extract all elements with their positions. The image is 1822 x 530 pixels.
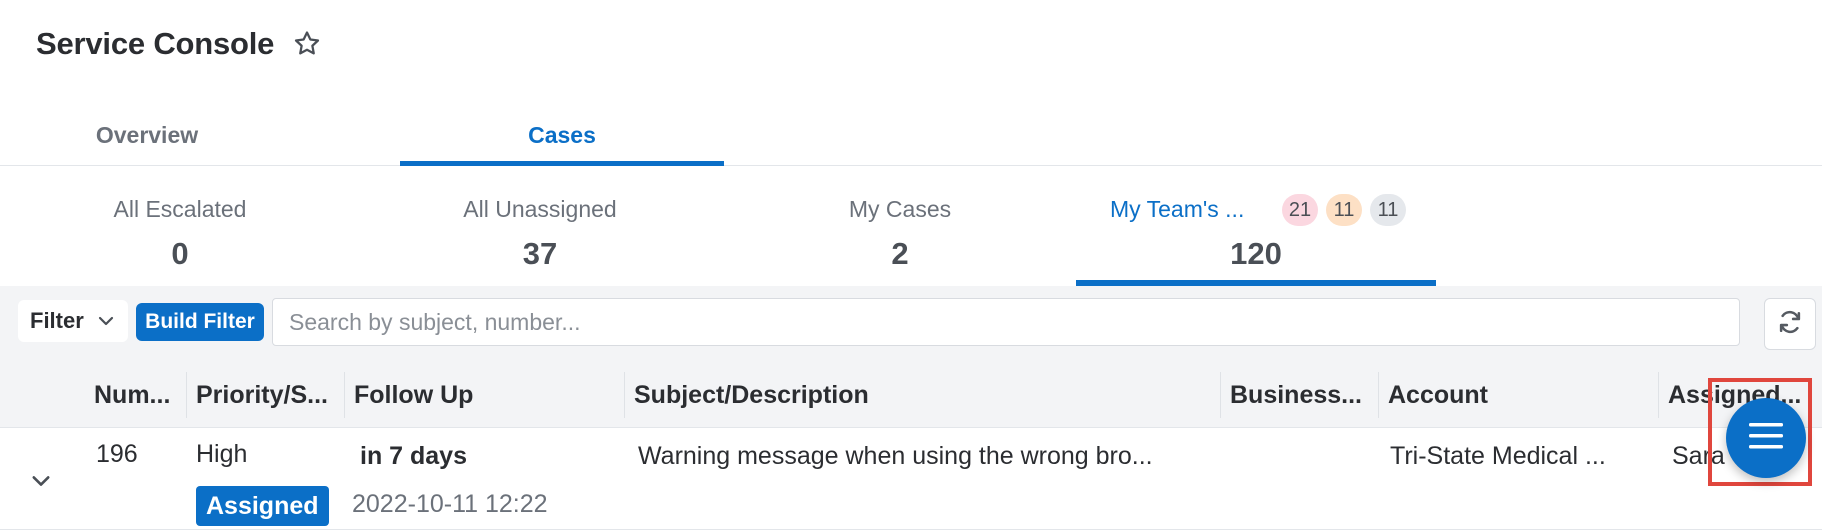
- table-row[interactable]: 196 High Assigned in 7 days 2022-10-11 1…: [0, 428, 1822, 530]
- tab-my-teams-cases[interactable]: My Team's ... 21 11 11 120: [1076, 166, 1436, 286]
- other-badge: 11: [1370, 194, 1406, 226]
- build-filter-button[interactable]: Build Filter: [136, 303, 264, 341]
- due-soon-badge: 11: [1326, 194, 1362, 226]
- tab-cases[interactable]: Cases: [400, 104, 724, 167]
- tab-overview[interactable]: Overview: [50, 104, 244, 166]
- column-label: Subject/Description: [634, 380, 869, 409]
- follow-up-relative: in 7 days: [360, 442, 467, 470]
- refresh-button[interactable]: [1764, 298, 1816, 350]
- tab-all-unassigned[interactable]: All Unassigned 37: [420, 166, 660, 286]
- tab-my-cases[interactable]: My Cases 2: [780, 166, 1020, 286]
- page-header: Service Console: [36, 22, 324, 66]
- filter-bar: Filter Build Filter: [0, 286, 1822, 362]
- column-business[interactable]: Business...: [1220, 362, 1378, 428]
- page-title: Service Console: [36, 26, 275, 61]
- table-header: Num... Priority/S... Follow Up Subject/D…: [0, 362, 1822, 428]
- column-label: Account: [1388, 380, 1488, 409]
- case-number[interactable]: 196: [96, 440, 138, 469]
- refresh-icon: [1776, 308, 1804, 341]
- column-label: Num...: [94, 380, 171, 409]
- tab-label: All Escalated: [113, 196, 247, 222]
- tab-count: 120: [1230, 236, 1282, 271]
- case-subject[interactable]: Warning message when using the wrong bro…: [638, 442, 1153, 471]
- tab-count: 0: [171, 236, 189, 271]
- actions-menu-button[interactable]: [1726, 398, 1806, 478]
- filter-dropdown[interactable]: Filter: [18, 300, 128, 342]
- column-label: Business...: [1230, 380, 1362, 409]
- tab-label: My Cases: [848, 196, 952, 222]
- service-console-page: Service Console Overview Cases All Escal…: [0, 0, 1822, 530]
- menu-icon: [1747, 420, 1785, 457]
- case-account[interactable]: Tri-State Medical ...: [1390, 442, 1606, 471]
- case-filter-tabs: All Escalated 0 All Unassigned 37 My Cas…: [0, 166, 1822, 286]
- case-priority: High: [196, 440, 248, 468]
- column-number[interactable]: Num...: [84, 362, 186, 428]
- overdue-badge: 21: [1282, 194, 1318, 226]
- status-badge: Assigned: [196, 486, 329, 526]
- column-priority-status[interactable]: Priority/S...: [186, 362, 344, 428]
- tab-label: All Unassigned: [463, 196, 617, 222]
- expand-row-button[interactable]: [24, 466, 58, 500]
- column-subject-description[interactable]: Subject/Description: [624, 362, 1220, 428]
- filter-label: Filter: [30, 308, 84, 333]
- search-input[interactable]: [272, 298, 1740, 346]
- follow-up-date: 2022-10-11 12:22: [352, 490, 548, 518]
- column-follow-up[interactable]: Follow Up: [344, 362, 624, 428]
- tab-all-escalated[interactable]: All Escalated 0: [60, 166, 300, 286]
- star-icon[interactable]: [290, 27, 324, 61]
- tab-count: 2: [891, 236, 909, 271]
- tab-count: 37: [522, 236, 558, 271]
- column-label: Follow Up: [354, 380, 474, 409]
- chevron-down-icon: [96, 311, 116, 337]
- main-tabs: Overview Cases: [0, 104, 1822, 167]
- chevron-down-icon: [29, 469, 53, 498]
- tab-badges: 21 11 11: [1282, 194, 1406, 226]
- column-label: Priority/S...: [196, 380, 328, 409]
- column-account[interactable]: Account: [1378, 362, 1658, 428]
